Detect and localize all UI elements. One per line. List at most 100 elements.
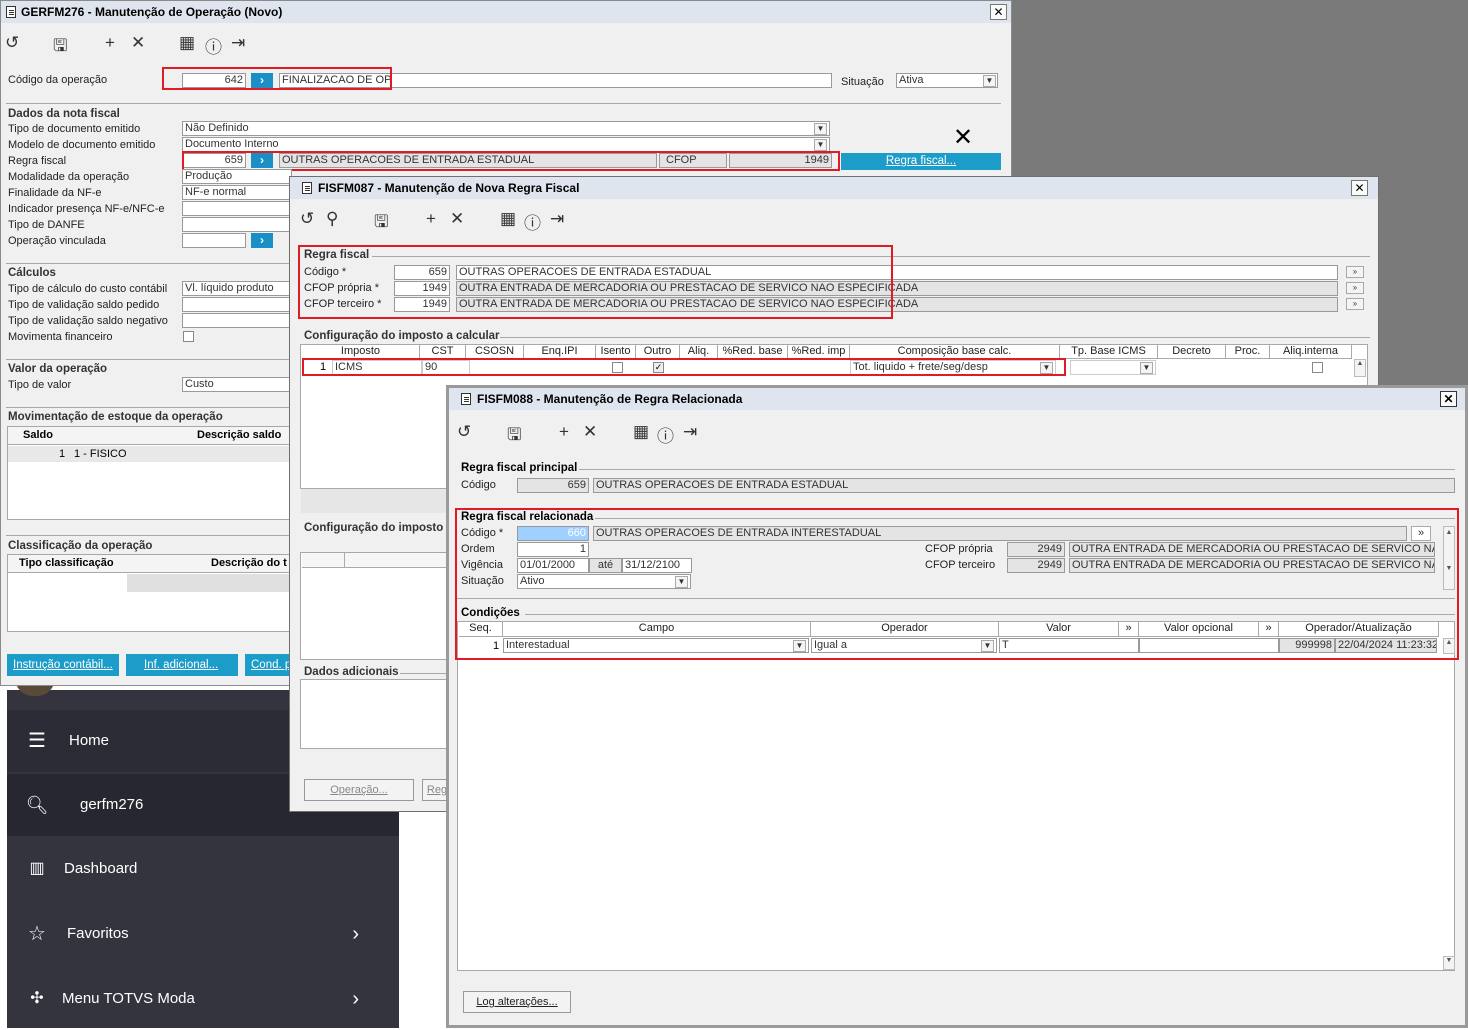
codigo-lookup-button[interactable]: ›: [251, 73, 273, 88]
calendar-icon[interactable]: ▦: [633, 422, 649, 442]
scrollbar[interactable]: ▲: [1443, 638, 1455, 654]
regra-fiscal-button[interactable]: Regra fiscal...: [841, 153, 1001, 170]
col-header[interactable]: CSOSN: [466, 345, 524, 359]
col-header[interactable]: Tp. Base ICMS: [1060, 345, 1158, 359]
exit-icon[interactable]: ⇥: [550, 209, 564, 229]
movfin-checkbox[interactable]: [183, 331, 194, 342]
col-header[interactable]: Outro: [636, 345, 680, 359]
indicador-select[interactable]: [182, 201, 292, 216]
cond-button[interactable]: Cond. p: [245, 654, 291, 676]
operacao-button[interactable]: Operação...: [304, 779, 414, 801]
expand-icon[interactable]: »: [1259, 622, 1279, 637]
close-icon[interactable]: ✕: [953, 123, 973, 152]
col-header[interactable]: Aliq.: [680, 345, 718, 359]
close-button[interactable]: ✕: [1351, 180, 1368, 196]
codigo-field[interactable]: 659: [394, 265, 450, 280]
table-row[interactable]: [8, 446, 291, 462]
outro-checkbox[interactable]: ✓: [653, 362, 664, 373]
col-header[interactable]: CST: [420, 345, 466, 359]
help-icon[interactable]: ⓘ: [524, 209, 541, 234]
refresh-icon[interactable]: ↺: [457, 422, 471, 442]
danfe-select[interactable]: [182, 217, 292, 232]
row-imposto[interactable]: ICMS: [332, 360, 422, 375]
nav-menu-totvs[interactable]: ✣ Menu TOTVS Moda ›: [7, 968, 399, 1030]
add-icon[interactable]: +: [559, 422, 569, 442]
col-header[interactable]: Composição base calc.: [850, 345, 1060, 359]
save-icon[interactable]: 🖫: [374, 209, 388, 238]
delete-icon[interactable]: ✕: [583, 422, 597, 442]
scrollbar[interactable]: ▲ ▼: [1443, 526, 1455, 590]
expand-icon[interactable]: »: [1119, 622, 1139, 637]
row-composicao[interactable]: Tot. liquido + frete/seg/desp: [850, 360, 1056, 375]
cfop-propria-field[interactable]: 1949: [394, 281, 450, 296]
col-header[interactable]: Seq.: [459, 622, 503, 637]
situacao-select[interactable]: Ativo: [517, 574, 691, 589]
isento-checkbox[interactable]: [612, 362, 623, 373]
help-icon[interactable]: ⓘ: [205, 33, 222, 58]
calendar-icon[interactable]: ▦: [500, 209, 516, 229]
lookup-icon[interactable]: »: [1346, 266, 1364, 278]
chevron-down-icon[interactable]: ▼: [814, 139, 827, 151]
exit-icon[interactable]: ⇥: [683, 422, 697, 442]
add-icon[interactable]: +: [105, 33, 115, 53]
row-cst[interactable]: 90: [422, 360, 470, 375]
close-button[interactable]: ✕: [1440, 391, 1457, 407]
col-header[interactable]: Decreto: [1158, 345, 1226, 359]
add-icon[interactable]: +: [426, 209, 436, 229]
vig-ini-field[interactable]: 01/01/2000: [517, 558, 589, 573]
row-campo[interactable]: Interestadual: [503, 638, 809, 653]
chevron-down-icon[interactable]: ▼: [814, 123, 827, 135]
close-button[interactable]: ✕: [990, 4, 1007, 20]
tipo-doc-select[interactable]: Não Definido: [182, 121, 830, 136]
saldo-neg-select[interactable]: [182, 313, 292, 328]
delete-icon[interactable]: ✕: [131, 33, 145, 53]
refresh-icon[interactable]: ↺: [300, 209, 314, 229]
chevron-down-icon[interactable]: ▼: [1140, 362, 1153, 374]
refresh-icon[interactable]: ↺: [5, 33, 19, 53]
row-operador[interactable]: Igual a: [811, 638, 997, 653]
log-alteracoes-button[interactable]: Log alterações...: [463, 991, 571, 1013]
save-icon[interactable]: 🖫: [507, 422, 521, 451]
col-header[interactable]: Operador/Atualização: [1279, 622, 1439, 637]
lookup-icon[interactable]: »: [1411, 526, 1431, 541]
col-header[interactable]: %Red. imp: [788, 345, 850, 359]
vinculada-lookup-button[interactable]: ›: [251, 233, 273, 248]
instrucao-contabil-button[interactable]: Instrução contábil...: [7, 654, 119, 676]
regra-field[interactable]: 659: [182, 153, 246, 168]
search-icon[interactable]: ⚲: [326, 209, 338, 229]
dados-adic-textarea[interactable]: [300, 679, 450, 749]
saldo-pedido-select[interactable]: [182, 297, 292, 312]
tipo-valor-select[interactable]: Custo: [182, 377, 292, 392]
search-input[interactable]: gerfm276: [80, 774, 143, 836]
delete-icon[interactable]: ✕: [450, 209, 464, 229]
codigo-field[interactable]: 642: [182, 73, 246, 88]
finalidade-select[interactable]: NF-e normal: [182, 185, 292, 200]
vig-fim-field[interactable]: 31/12/2100: [622, 558, 692, 573]
chevron-down-icon[interactable]: ▼: [793, 640, 806, 652]
col-header[interactable]: %Red. base: [718, 345, 788, 359]
regra-lookup-button[interactable]: ›: [251, 153, 273, 168]
vinculada-field[interactable]: [182, 233, 246, 248]
modalidade-select[interactable]: Produção: [182, 169, 292, 184]
row-valor[interactable]: T: [999, 638, 1139, 653]
row-valor-opcional[interactable]: [1139, 638, 1279, 653]
help-icon[interactable]: ⓘ: [657, 422, 674, 447]
chevron-down-icon[interactable]: ▼: [981, 640, 994, 652]
cfop-terc-field[interactable]: 1949: [394, 297, 450, 312]
ordem-field[interactable]: 1: [517, 542, 589, 557]
inf-adicional-button[interactable]: Inf. adicional...: [126, 654, 238, 676]
save-icon[interactable]: 🖫: [53, 33, 67, 62]
exit-icon[interactable]: ⇥: [231, 33, 245, 53]
rel-codigo-field[interactable]: 660: [517, 526, 589, 541]
chevron-down-icon[interactable]: ▼: [1040, 362, 1053, 374]
col-header[interactable]: Campo: [503, 622, 811, 637]
col-header[interactable]: Enq.IPI: [524, 345, 596, 359]
col-header[interactable]: Isento: [596, 345, 636, 359]
custo-select[interactable]: Vl. líquido produto: [182, 281, 292, 296]
aliq-interna-checkbox[interactable]: [1312, 362, 1323, 373]
chevron-down-icon[interactable]: ▼: [983, 75, 996, 87]
col-header[interactable]: Imposto: [302, 345, 420, 359]
scrollbar[interactable]: ▼: [1443, 956, 1455, 970]
col-header[interactable]: Operador: [811, 622, 999, 637]
col-header[interactable]: Valor: [999, 622, 1119, 637]
